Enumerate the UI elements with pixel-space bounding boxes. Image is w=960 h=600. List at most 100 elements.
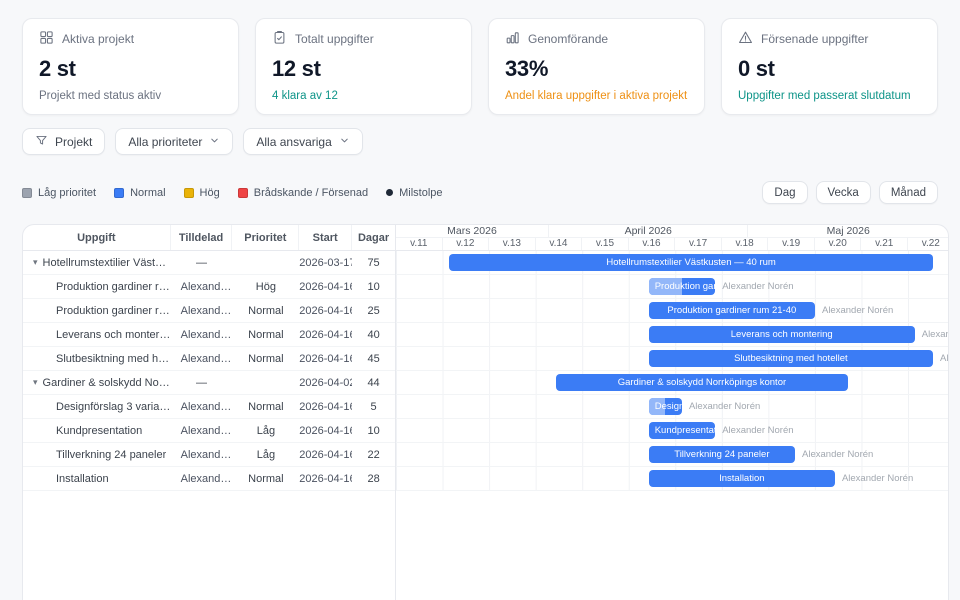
gantt-bar-assignee-label: Alexander Norén — [722, 419, 793, 443]
task-name: Leverans och montering — [56, 329, 171, 341]
assignee-filter-dropdown[interactable]: Alla ansvariga — [243, 128, 362, 155]
task-start-cell: 2026-04-16 — [299, 353, 352, 365]
gantt-bar[interactable]: Installation — [649, 470, 835, 487]
view-button-dag[interactable]: Dag — [762, 181, 807, 204]
gantt-bar-label: Produktion gardiner rum 21-40 — [649, 302, 815, 319]
task-table-header: UppgiftTilldeladPrioritetStartDagar — [23, 225, 395, 251]
gantt-bar-assignee-label: Alexander Norén — [822, 299, 893, 323]
gantt-bar[interactable]: Produktion gardiner rum 21-40 — [649, 302, 815, 319]
stat-card-title: Genomförande — [528, 32, 608, 46]
task-priority-cell: Låg — [233, 425, 300, 437]
gantt-bar[interactable]: Kundpresentation — [649, 422, 716, 439]
task-days-cell: 28 — [352, 473, 395, 485]
month-header-cell: April 2026 — [549, 225, 749, 237]
month-header-cell: Mars 2026 — [396, 225, 549, 237]
stat-card-value: 33% — [505, 56, 688, 82]
project-filter-button[interactable]: Projekt — [22, 128, 105, 155]
gantt-row: Produktion gardiner rum 1-20Alexander No… — [396, 275, 948, 299]
expand-caret-icon[interactable]: ▾ — [33, 258, 38, 267]
week-header-cell: v.17 — [675, 238, 722, 250]
stat-card: Aktiva projekt2 stProjekt med status akt… — [22, 18, 239, 115]
chevron-down-icon — [209, 135, 220, 149]
assignee-filter-label: Alla ansvariga — [256, 135, 331, 149]
gantt-bar[interactable]: Produktion gardiner rum 1-20 — [649, 278, 716, 295]
task-row[interactable]: Produktion gardiner rum 1-20Alexander No… — [23, 275, 395, 299]
gantt-row: Gardiner & solskydd Norrköpings kontor — [396, 371, 948, 395]
stat-card-subtitle: 4 klara av 12 — [272, 90, 455, 102]
task-days-cell: 25 — [352, 305, 395, 317]
chevron-down-icon — [339, 135, 350, 149]
task-name-cell: Slutbesiktning med hotellet — [23, 353, 171, 365]
task-row[interactable]: Kundpresentation Alexander NorénLåg2026-0… — [23, 419, 395, 443]
task-name-cell: Leverans och montering — [23, 329, 171, 341]
legend-label: Hög — [200, 187, 220, 199]
task-days-cell: 75 — [352, 257, 395, 269]
gantt-bar[interactable]: Slutbesiktning med hotellet — [649, 350, 933, 367]
task-start-cell: 2026-04-16 — [299, 281, 352, 293]
task-row[interactable]: Produktion gardiner rum 21-40Alexander N… — [23, 299, 395, 323]
priority-filter-label: Alla prioriteter — [128, 135, 202, 149]
task-name: Installation — [56, 473, 109, 485]
gantt-bar-assignee-label: Alexander Norén — [940, 347, 948, 371]
gantt-bar[interactable]: Leverans och montering — [649, 326, 915, 343]
gantt-bar[interactable]: Tillverkning 24 paneler — [649, 446, 795, 463]
bar-chart-icon — [505, 30, 520, 48]
week-header-cell: v.21 — [861, 238, 908, 250]
gantt-bar-label: Installation — [649, 470, 835, 487]
stat-card-title: Aktiva projekt — [62, 32, 134, 46]
view-button-månad[interactable]: Månad — [879, 181, 938, 204]
stat-card: Försenade uppgifter0 stUppgifter med pas… — [721, 18, 938, 115]
legend-swatch-icon — [22, 188, 32, 198]
gantt-timeline: Mars 2026April 2026Maj 2026 v.11v.12v.13… — [396, 225, 948, 600]
task-row[interactable]: ▾Hotellrumstextilier Västkusten — 40 rum… — [23, 251, 395, 275]
week-header-cell: v.22 — [908, 238, 948, 250]
gantt-rows: Hotellrumstextilier Västkusten — 40 rum P… — [396, 251, 948, 491]
task-start-cell: 2026-04-16 — [299, 305, 352, 317]
week-header-cell: v.19 — [768, 238, 815, 250]
task-row[interactable]: Slutbesiktning med hotelletAlexander Nor… — [23, 347, 395, 371]
stat-card: Genomförande33%Andel klara uppgifter i a… — [488, 18, 705, 115]
gantt-row: InstallationAlexander Norén — [396, 467, 948, 491]
gantt-bar-assignee-label: Alexander Norén — [802, 443, 873, 467]
task-assignee-cell: Alexander Norén — [171, 305, 233, 317]
task-days-cell: 40 — [352, 329, 395, 341]
task-start-cell: 2026-04-16 — [299, 425, 352, 437]
task-assignee-cell: Alexander Norén — [171, 401, 233, 413]
task-name-cell: Designförslag 3 varianter — [23, 401, 171, 413]
task-name-cell: ▾Gardiner & solskydd Norrköpings kontor — [23, 377, 171, 389]
task-row[interactable]: Tillverkning 24 panelerAlexander NorénLå… — [23, 443, 395, 467]
task-start-cell: 2026-04-16 — [299, 329, 352, 341]
priority-filter-dropdown[interactable]: Alla prioriteter — [115, 128, 233, 155]
gantt-bar[interactable]: Designförslag 3 varianter — [649, 398, 682, 415]
stat-card-title: Totalt uppgifter — [295, 32, 374, 46]
task-name-cell: ▾Hotellrumstextilier Västkusten — 40 rum — [23, 257, 171, 269]
gantt-bar[interactable]: Hotellrumstextilier Västkusten — 40 rum — [449, 254, 933, 271]
gantt-bar[interactable]: Gardiner & solskydd Norrköpings kontor — [556, 374, 849, 391]
task-priority-cell: Normal — [233, 353, 300, 365]
view-button-vecka[interactable]: Vecka — [816, 181, 871, 204]
task-row[interactable]: InstallationAlexander NorénNormal2026-04… — [23, 467, 395, 491]
task-priority-cell: Normal — [233, 305, 300, 317]
legend-item: Milstolpe — [386, 187, 442, 199]
task-assignee-cell: Alexander Norén — [171, 473, 233, 485]
gantt-bar-label: Gardiner & solskydd Norrköpings kontor — [556, 374, 849, 391]
task-days-cell: 5 — [352, 401, 395, 413]
task-row[interactable]: Designförslag 3 varianterAlexander Norén… — [23, 395, 395, 419]
task-row[interactable]: Leverans och monteringAlexander NorénNor… — [23, 323, 395, 347]
week-header-cell: v.15 — [582, 238, 629, 250]
view-switch: Dag Vecka Månad — [762, 181, 938, 204]
task-assignee-cell: Alexander Norén — [171, 425, 233, 437]
gantt-bar-progress — [649, 278, 682, 295]
gantt-bar-label: Kundpresentation — [649, 422, 716, 439]
gantt-bar-label: Slutbesiktning med hotellet — [649, 350, 933, 367]
task-name: Produktion gardiner rum 1-20 — [56, 281, 171, 293]
task-start-cell: 2026-03-17 — [299, 257, 352, 269]
expand-caret-icon[interactable]: ▾ — [33, 378, 38, 387]
task-name: Kundpresentation — [56, 425, 142, 437]
legend-item: Brådskande / Försenad — [238, 187, 368, 199]
stat-card-subtitle: Uppgifter med passerat slutdatum — [738, 90, 921, 102]
task-row[interactable]: ▾Gardiner & solskydd Norrköpings kontor—… — [23, 371, 395, 395]
stat-cards-row: Aktiva projekt2 stProjekt med status akt… — [22, 18, 938, 115]
stat-card-header: Försenade uppgifter — [738, 31, 921, 47]
filter-bar: Projekt Alla prioriteter Alla ansvariga — [22, 128, 363, 155]
